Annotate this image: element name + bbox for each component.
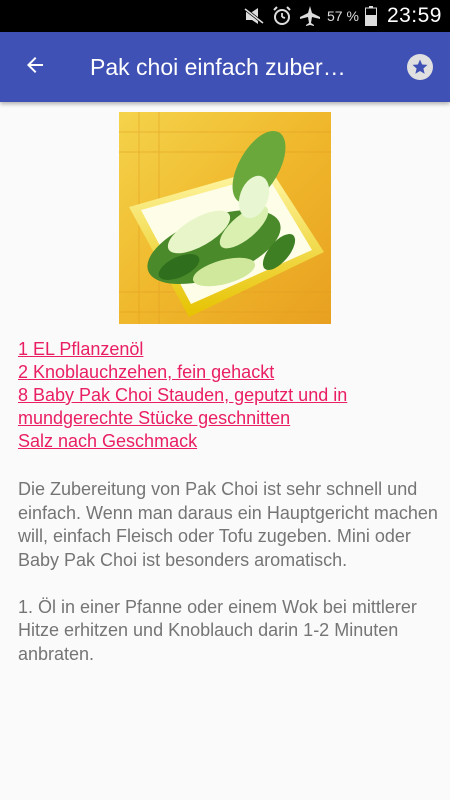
mute-icon [243, 7, 265, 25]
ingredients-list: 1 EL Pflanzenöl 2 Knoblauchzehen, fein g… [18, 338, 438, 453]
ingredient-link[interactable]: 8 Baby Pak Choi Stauden, geputzt und in … [18, 384, 438, 430]
back-button[interactable] [0, 32, 70, 102]
page-title: Pak choi einfach zuber… [90, 53, 346, 80]
clock: 23:59 [386, 4, 442, 27]
ingredient-link[interactable]: 1 EL Pflanzenöl [18, 338, 438, 361]
arrow-back-icon [23, 53, 47, 82]
recipe-instructions: Die Zubereitung von Pak Choi ist sehr sc… [18, 479, 438, 664]
favorite-button[interactable] [390, 32, 450, 102]
status-bar: 57 % 23:59 [0, 0, 450, 32]
pak-choi-dish-photo [119, 112, 331, 324]
alarm-icon [271, 6, 293, 25]
battery-percent: 57 % [327, 8, 359, 24]
battery-icon [364, 6, 377, 26]
airplane-mode-icon [299, 6, 321, 26]
star-icon [407, 54, 433, 80]
recipe-content[interactable]: 1 EL Pflanzenöl 2 Knoblauchzehen, fein g… [0, 102, 450, 800]
ingredient-link[interactable]: 2 Knoblauchzehen, fein gehackt [18, 361, 438, 384]
app-bar: Pak choi einfach zuber… [0, 32, 450, 102]
ingredient-link[interactable]: Salz nach Geschmack [18, 430, 438, 453]
